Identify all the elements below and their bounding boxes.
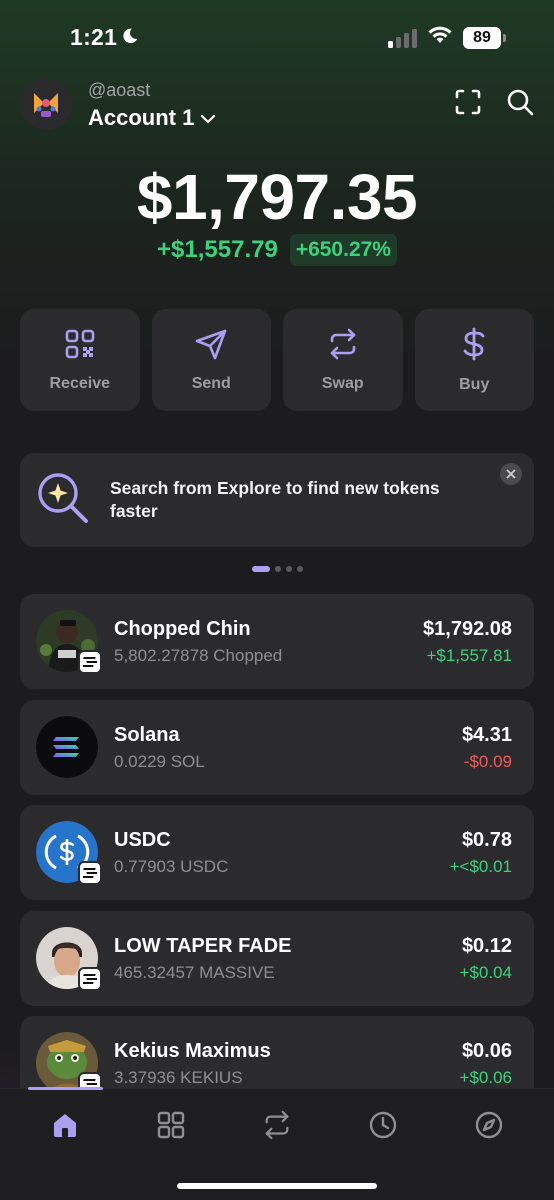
dollar-icon <box>460 327 488 366</box>
token-change: +$0.04 <box>459 962 512 982</box>
cellular-signal-icon <box>388 28 417 48</box>
send-button[interactable]: Send <box>151 309 271 411</box>
status-indicators: 89 <box>388 25 506 50</box>
token-change: +$1,557.81 <box>426 646 512 665</box>
chevron-down-icon <box>200 105 216 131</box>
portfolio-change: +$1,557.79 +650.27% <box>0 234 554 266</box>
token-change: +<$0.01 <box>449 857 512 876</box>
explore-banner-text: Search from Explore to find new tokens f… <box>110 478 440 521</box>
solana-chain-icon <box>78 966 102 991</box>
pagination-dot-active <box>251 566 270 572</box>
home-indicator <box>177 1183 377 1189</box>
bottom-nav <box>0 1087 554 1200</box>
solana-chain-icon <box>78 861 102 885</box>
pagination-dot <box>285 566 292 572</box>
buy-button[interactable]: Buy <box>414 309 534 411</box>
token-name: USDC <box>114 829 171 851</box>
token-value: $0.12 <box>461 934 512 957</box>
token-quantity: 0.0229 SOL <box>114 751 205 771</box>
swap-button[interactable]: Swap <box>283 309 403 411</box>
token-quantity: 0.77903 USDC <box>114 857 229 876</box>
status-time-text: 1:21 <box>70 24 118 50</box>
qr-code-icon <box>64 328 96 365</box>
status-time: 1:21 <box>70 24 139 51</box>
nav-collectibles[interactable] <box>141 1109 201 1145</box>
action-buttons: Receive Send Swap Buy <box>20 309 534 411</box>
nav-explore[interactable] <box>459 1109 519 1145</box>
explore-compass-icon <box>474 1110 504 1145</box>
portfolio-change-amount: +$1,557.79 <box>157 236 278 263</box>
search-sparkle-icon <box>36 471 90 530</box>
token-change: +$0.06 <box>459 1068 512 1087</box>
token-name: Kekius Maximus <box>114 1040 271 1062</box>
collectibles-grid-icon <box>156 1110 186 1145</box>
explore-banner[interactable]: Search from Explore to find new tokens f… <box>20 453 534 547</box>
close-icon <box>506 469 516 479</box>
solana-chain-icon <box>78 650 102 674</box>
pagination-dot <box>274 566 281 572</box>
token-row-solana[interactable]: Solana 0.0229 SOL $4.31 -$0.09 <box>20 699 534 795</box>
portfolio-balance: $1,797.35 <box>136 161 418 233</box>
battery-icon: 89 <box>463 26 506 49</box>
search-icon[interactable] <box>506 88 534 121</box>
nav-home[interactable] <box>35 1109 95 1145</box>
wifi-icon <box>427 25 453 50</box>
token-quantity: 465.32457 MASSIVE <box>114 962 275 982</box>
moon-icon <box>121 24 139 51</box>
token-quantity: 3.37936 KEKIUS <box>114 1068 243 1087</box>
token-row-low-taper-fade[interactable]: LOW TAPER FADE 465.32457 MASSIVE $0.12 +… <box>20 910 534 1006</box>
token-row-kekius-maximus[interactable]: Kekius Maximus 3.37936 KEKIUS $0.06 +$0.… <box>20 1016 534 1088</box>
token-value: $1,792.08 <box>423 618 512 640</box>
home-icon <box>50 1110 80 1145</box>
swap-label: Swap <box>321 374 364 392</box>
account-switcher[interactable]: Account 1 <box>88 105 216 131</box>
account-name: Account 1 <box>88 105 195 130</box>
token-name: LOW TAPER FADE <box>114 934 292 957</box>
token-list: Chopped Chin 5,802.27878 Chopped $1,792.… <box>20 594 534 1088</box>
token-row-chopped-chin[interactable]: Chopped Chin 5,802.27878 Chopped $1,792.… <box>20 594 534 689</box>
token-change: -$0.09 <box>463 751 512 771</box>
solana-chain-icon <box>78 1072 102 1088</box>
portfolio-change-percent: +650.27% <box>289 234 397 266</box>
token-name: Chopped Chin <box>114 618 251 640</box>
nav-active-indicator <box>28 1087 103 1090</box>
token-value: $0.78 <box>461 829 512 851</box>
receive-label: Receive <box>49 374 111 392</box>
token-value: $4.31 <box>461 723 512 746</box>
nav-activity[interactable] <box>353 1109 413 1145</box>
account-avatar[interactable] <box>20 78 72 130</box>
scan-icon[interactable] <box>454 88 482 121</box>
nav-swap[interactable] <box>247 1109 307 1145</box>
activity-clock-icon <box>368 1110 398 1145</box>
swap-icon <box>262 1110 292 1145</box>
solana-logo <box>36 715 98 778</box>
token-row-usdc[interactable]: USDC 0.77903 USDC $0.78 +<$0.01 <box>20 805 534 900</box>
username: @aoast <box>88 80 151 100</box>
send-icon <box>194 328 228 365</box>
banner-pagination <box>0 566 554 572</box>
receive-button[interactable]: Receive <box>20 309 140 411</box>
token-value: $0.06 <box>461 1040 512 1062</box>
close-banner-button[interactable] <box>500 463 522 485</box>
token-name: Solana <box>114 723 180 746</box>
buy-label: Buy <box>459 375 490 393</box>
battery-level: 89 <box>463 26 501 49</box>
send-label: Send <box>191 374 231 392</box>
token-quantity: 5,802.27878 Chopped <box>114 646 283 665</box>
avatar-emoji-icon <box>34 93 58 117</box>
pagination-dot <box>296 566 303 572</box>
swap-icon <box>327 328 359 365</box>
